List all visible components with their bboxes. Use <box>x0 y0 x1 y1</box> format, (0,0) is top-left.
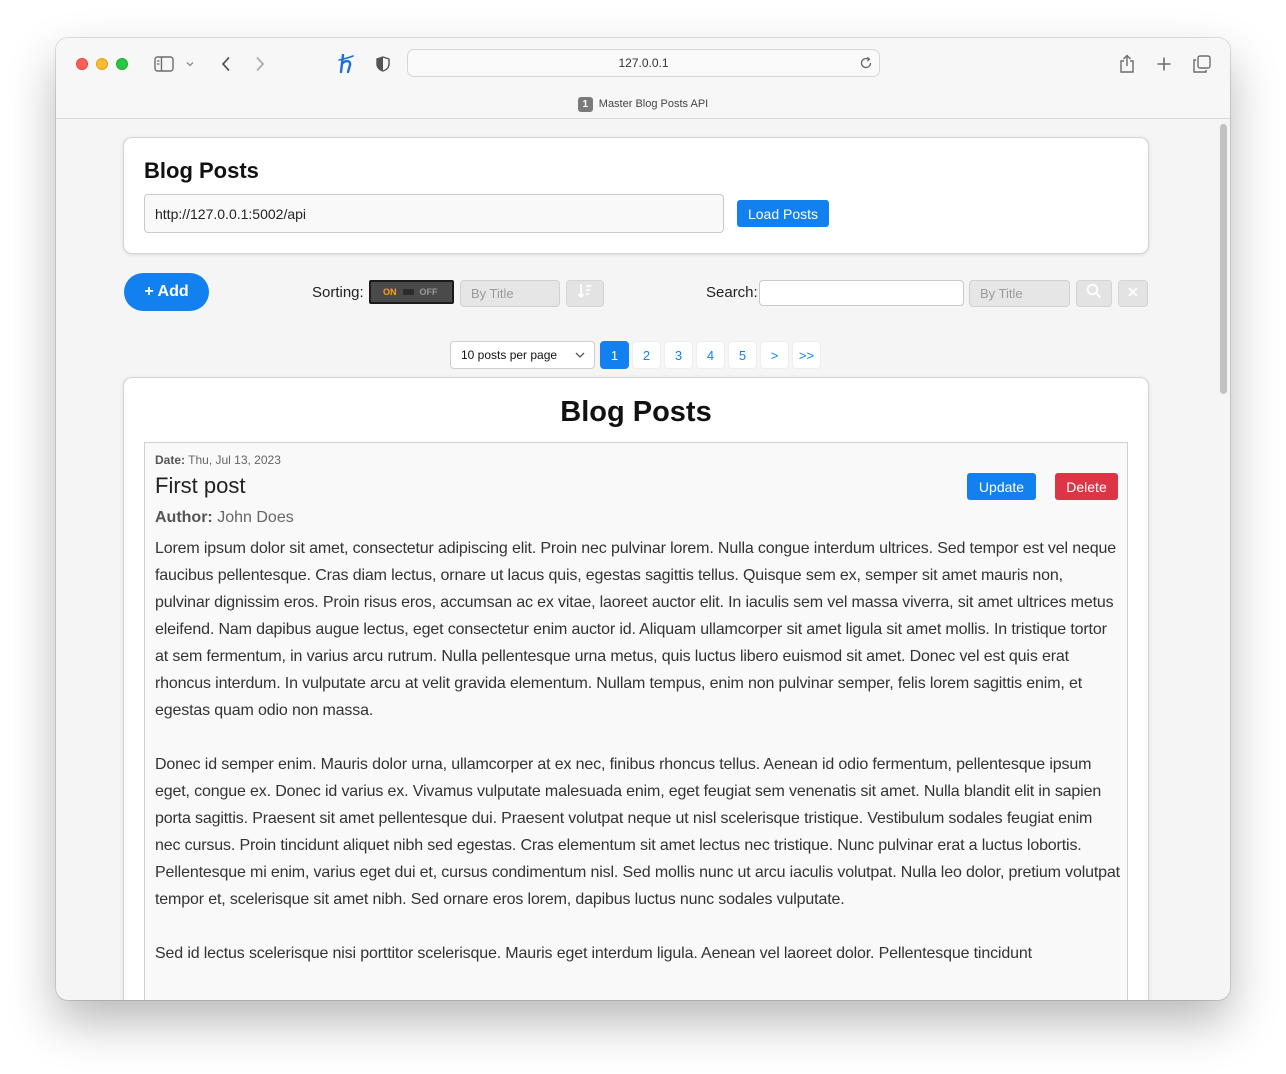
page-link-last[interactable]: >> <box>792 341 821 369</box>
page-link-1[interactable]: 1 <box>600 341 629 369</box>
posts-per-page-select[interactable]: 10 posts per page <box>450 341 595 369</box>
post-author: Author: John Does <box>155 509 294 527</box>
tab-favicon: 1 <box>577 96 593 112</box>
search-input[interactable] <box>759 280 964 306</box>
page-link-5[interactable]: 5 <box>728 341 757 369</box>
update-post-button[interactable]: Update <box>967 473 1036 500</box>
honey-h-icon[interactable] <box>337 51 357 77</box>
page-link-next[interactable]: > <box>760 341 789 369</box>
post-author-value: John Does <box>217 509 294 526</box>
add-post-button[interactable]: + Add <box>124 273 209 311</box>
post-item: Date: Thu, Jul 13, 2023 First post Updat… <box>144 442 1128 1000</box>
reload-icon[interactable] <box>859 56 873 75</box>
post-title: First post <box>155 473 246 498</box>
share-icon[interactable] <box>1116 51 1138 77</box>
close-window-button[interactable] <box>76 58 88 70</box>
page-link-3[interactable]: 3 <box>664 341 693 369</box>
tab-title: Master Blog Posts API <box>598 98 709 110</box>
add-button-label: + Add <box>144 283 189 300</box>
zoom-window-button[interactable] <box>116 58 128 70</box>
toggle-knob <box>402 289 414 295</box>
active-tab[interactable]: 1 Master Blog Posts API <box>56 95 1230 113</box>
vertical-scrollbar[interactable] <box>1220 124 1227 394</box>
load-posts-button[interactable]: Load Posts <box>737 200 829 227</box>
posts-per-page-value: 10 posts per page <box>461 348 558 362</box>
search-field-select[interactable]: By Title <box>969 280 1070 307</box>
plus-icon[interactable] <box>1153 51 1175 77</box>
close-icon <box>1127 285 1139 303</box>
page-link-2[interactable]: 2 <box>632 341 661 369</box>
api-card-title: Blog Posts <box>144 158 259 183</box>
chevron-right-icon[interactable] <box>250 51 270 77</box>
title-bar: 127.0.0.1 1 Master Blog Posts API <box>56 38 1230 119</box>
post-paragraph: Sed id lectus scelerisque nisi porttitor… <box>155 945 1032 962</box>
toggle-off-label: OFF <box>419 287 438 297</box>
chevron-down-icon[interactable] <box>184 51 196 77</box>
post-date: Date: Thu, Jul 13, 2023 <box>155 453 281 467</box>
post-author-label: Author: <box>155 509 213 526</box>
minimize-window-button[interactable] <box>96 58 108 70</box>
sidebar-icon[interactable] <box>152 51 176 77</box>
api-card: Blog Posts Load Posts <box>123 137 1149 254</box>
page-link-4[interactable]: 4 <box>696 341 725 369</box>
sort-direction-button[interactable] <box>566 280 604 307</box>
clear-search-button[interactable] <box>1118 280 1148 307</box>
address-text: 127.0.0.1 <box>618 56 669 70</box>
delete-post-button[interactable]: Delete <box>1055 473 1118 500</box>
post-content: Lorem ipsum dolor sit amet, consectetur … <box>155 535 1120 994</box>
post-date-label: Date: <box>155 453 186 467</box>
toggle-on-label: ON <box>383 287 397 297</box>
page-viewport: Blog Posts Load Posts + Add Sorting: ON … <box>56 120 1230 1000</box>
shield-icon[interactable] <box>373 51 393 77</box>
address-bar[interactable]: 127.0.0.1 <box>407 49 880 77</box>
browser-window: 127.0.0.1 1 Master Blog Posts API Blog P… <box>56 38 1230 1000</box>
search-label: Search: <box>706 284 758 301</box>
post-paragraph: Donec id semper enim. Mauris dolor urna,… <box>155 756 1120 908</box>
sort-descending-icon <box>577 283 593 304</box>
sort-field-select[interactable]: By Title <box>460 280 560 307</box>
chevron-left-icon[interactable] <box>216 51 236 77</box>
magnifier-icon <box>1086 283 1102 304</box>
posts-card: Blog Posts Date: Thu, Jul 13, 2023 First… <box>123 377 1149 1000</box>
sorting-toggle[interactable]: ON OFF <box>369 280 454 304</box>
api-url-input[interactable] <box>144 194 724 233</box>
posts-section-title: Blog Posts <box>560 396 712 428</box>
tab-overview-icon[interactable] <box>1191 51 1213 77</box>
post-date-value: Thu, Jul 13, 2023 <box>188 453 281 467</box>
post-paragraph: Lorem ipsum dolor sit amet, consectetur … <box>155 540 1116 719</box>
search-button[interactable] <box>1076 280 1112 307</box>
chevron-down-icon <box>574 349 586 364</box>
sorting-label: Sorting: <box>312 284 364 301</box>
